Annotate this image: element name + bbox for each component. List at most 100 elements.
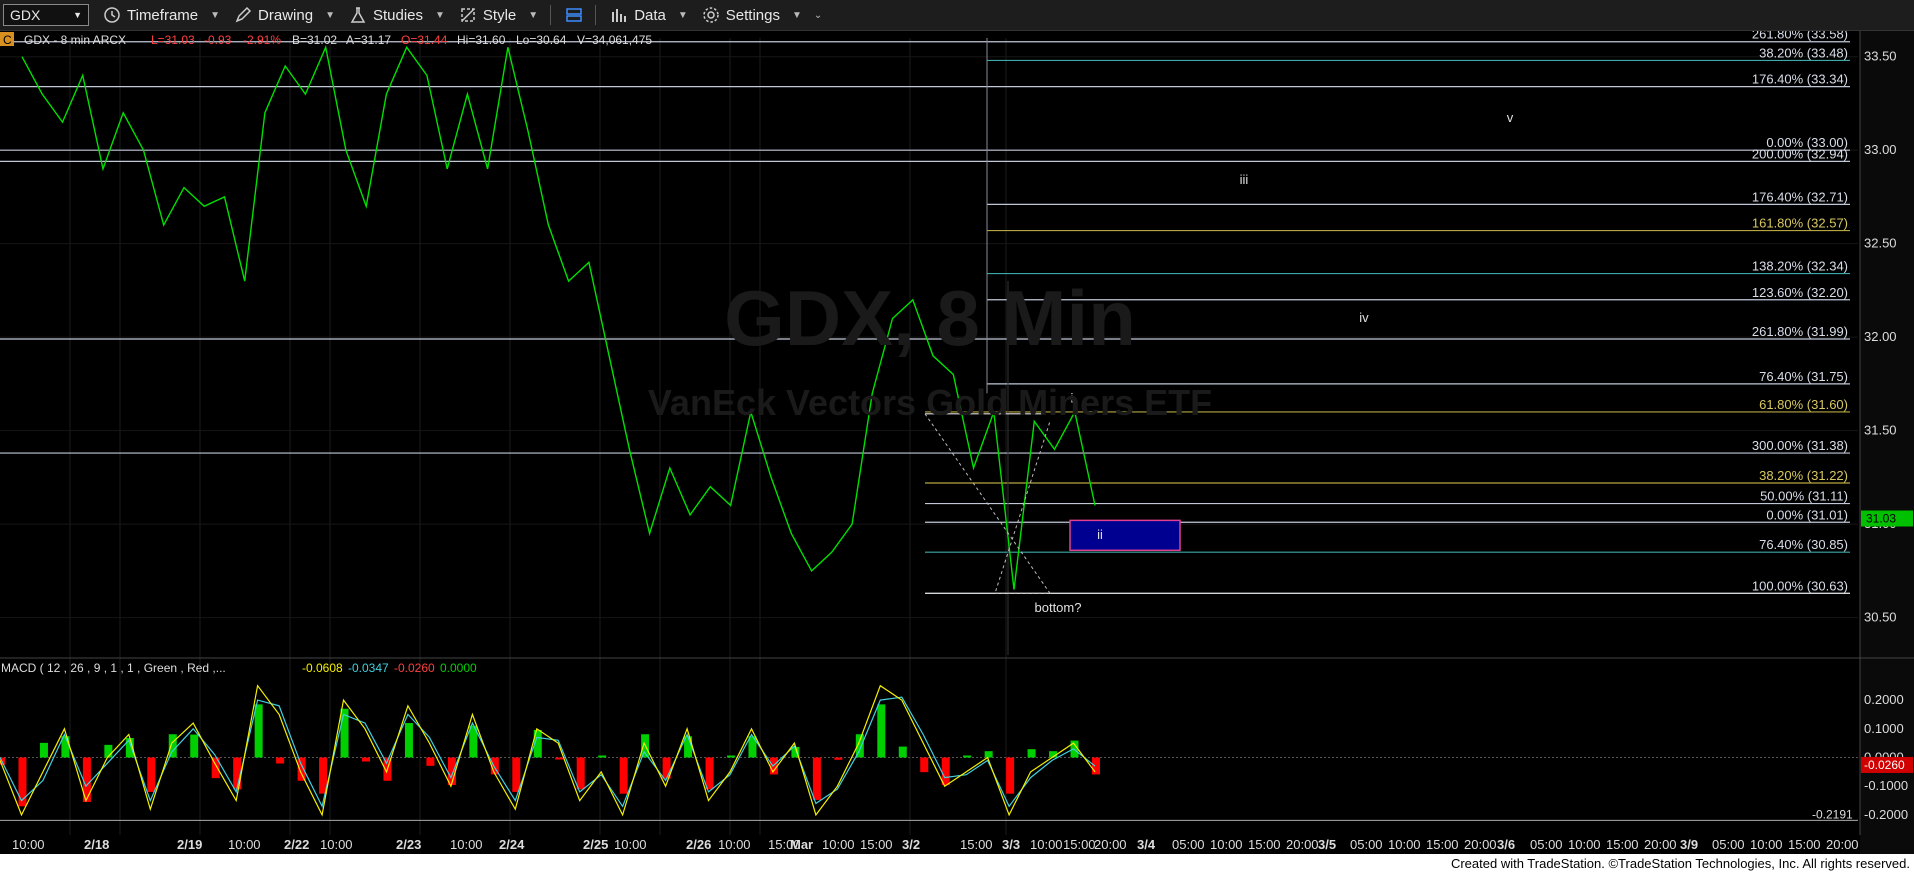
clock-icon	[104, 7, 120, 23]
fib-level-label: 76.40% (31.75)	[1759, 369, 1848, 384]
time-tick-label: 15:00	[860, 837, 893, 852]
timeframe-menu[interactable]: Timeframe ▼	[103, 6, 220, 24]
time-tick-label: 05:00	[1350, 837, 1383, 852]
time-tick-label: 05:00	[1530, 837, 1563, 852]
fib-level-label: 61.80% (31.60)	[1759, 397, 1848, 412]
drawing-label: Drawing	[258, 6, 314, 24]
fib-level-label: 76.40% (30.85)	[1759, 537, 1848, 552]
macd-histogram-bar	[1006, 757, 1015, 794]
caret-icon: ▼	[791, 9, 802, 21]
timeframe-label: Timeframe	[127, 6, 199, 24]
time-tick-label: 20:00	[1464, 837, 1497, 852]
time-tick-label: 10:00	[12, 837, 45, 852]
time-tick-label: 20:00	[1286, 837, 1319, 852]
macd-histogram-bar	[877, 704, 886, 758]
data-menu[interactable]: Data ▼	[610, 6, 688, 24]
time-tick-label: 3/4	[1137, 837, 1156, 852]
chart-header: C GDX - 8 min ARCX L=31.03 -0.93 -2.91% …	[0, 32, 652, 47]
macd-histogram-bar	[727, 755, 735, 758]
time-tick-label: 05:00	[1172, 837, 1205, 852]
fib-level-label: 176.40% (32.71)	[1752, 189, 1848, 204]
histogram-value: -0.0260	[394, 661, 435, 675]
time-tick-label: 2/22	[284, 837, 309, 852]
time-tick-label: 10:00	[1568, 837, 1601, 852]
macd-histogram-bar	[1027, 749, 1036, 758]
flask-icon	[350, 7, 366, 23]
studies-label: Studies	[372, 6, 424, 24]
wave-label: iii	[1240, 172, 1249, 187]
time-tick-label: 15:00	[1788, 837, 1821, 852]
ask: A=31.17	[346, 33, 391, 47]
watermark-symbol: GDX, 8 Min	[724, 274, 1136, 362]
macd-last-label: -0.0260	[1864, 758, 1905, 772]
target-box	[1069, 519, 1181, 552]
macd-tick-label: 0.1000	[1864, 721, 1904, 736]
time-tick-label: 10:00	[1210, 837, 1243, 852]
macd-histogram-bar	[555, 757, 564, 760]
symbol-selector[interactable]: GDX ▼	[3, 4, 89, 26]
gear-icon	[703, 7, 719, 23]
studies-menu[interactable]: Studies ▼	[349, 6, 445, 24]
caret-icon: ▼	[435, 9, 445, 21]
style-icon	[461, 8, 475, 22]
fib-level-label: 176.40% (33.34)	[1752, 72, 1848, 87]
wave-label: bottom?	[1035, 600, 1082, 615]
time-tick-label: 20:00	[1644, 837, 1677, 852]
macd-tick-label: -0.1000	[1864, 778, 1908, 793]
drawing-menu[interactable]: Drawing ▼	[234, 6, 335, 24]
fib-level-label: 123.60% (32.20)	[1752, 285, 1848, 300]
style-menu[interactable]: Style ▼	[459, 6, 538, 24]
macd-tick-label: -0.2000	[1864, 807, 1908, 822]
macd-histogram-bar	[254, 704, 263, 758]
data-label: Data	[634, 6, 666, 24]
macd-histogram-bar	[705, 757, 714, 790]
macd-label: MACD ( 12 , 26 , 9 , 1 , 1 , Green , Red…	[1, 661, 226, 675]
settings-menu[interactable]: Settings ▼ ⌄	[702, 6, 822, 24]
time-tick-label: 10:00	[1030, 837, 1063, 852]
layout-button[interactable]	[565, 6, 583, 24]
macd-histogram-bar	[1092, 757, 1100, 775]
settings-label: Settings	[725, 6, 780, 24]
time-tick-label: 3/2	[902, 837, 920, 852]
macd-value: -0.0608	[302, 661, 343, 675]
change-percent: -2.91%	[243, 33, 281, 47]
symbol-text: GDX	[10, 7, 41, 23]
price-tick-label: 32.50	[1864, 236, 1897, 251]
time-tick-label: 20:00	[1094, 837, 1127, 852]
macd-histogram-bar	[576, 757, 585, 790]
time-tick-label: 10:00	[228, 837, 261, 852]
fib-level-label: 38.20% (31.22)	[1759, 468, 1848, 483]
chart-area[interactable]: 261.80% (33.58) 38.20% (33.48) 176.40% (33…	[0, 31, 1914, 854]
macd-header: MACD ( 12 , 26 , 9 , 1 , 1 , Green , Red…	[1, 661, 477, 675]
time-tick-label: 15:00	[1248, 837, 1281, 852]
macd-histogram-bar	[276, 757, 285, 764]
macd-histogram-bar	[598, 755, 607, 758]
time-tick-label: 10:00	[822, 837, 855, 852]
change: -0.93	[204, 33, 232, 47]
price-tick-label: 33.00	[1864, 142, 1897, 157]
watermark-name: VanEck Vectors Gold Miners ETF	[648, 382, 1212, 423]
time-tick-label: 15:00	[1606, 837, 1639, 852]
fib-level-label: 161.80% (32.57)	[1752, 216, 1848, 231]
macd-histogram-bar	[941, 757, 950, 786]
fib-level-label: 100.00% (30.63)	[1752, 578, 1848, 593]
wave-label: v	[1507, 110, 1514, 125]
open: O=31.44	[401, 33, 448, 47]
wave-label: ii	[1097, 527, 1103, 542]
macd-pane	[0, 684, 1858, 821]
time-tick-label: 15:00	[1063, 837, 1096, 852]
macd-histogram-bar	[834, 757, 843, 760]
bar-chart-icon	[612, 9, 627, 22]
chevron-down-icon: ▼	[73, 10, 82, 20]
fib-level-label: 300.00% (31.38)	[1752, 438, 1848, 453]
fib-level-label: 38.20% (33.48)	[1759, 45, 1848, 60]
time-tick-label: 3/9	[1680, 837, 1698, 852]
macd-histogram-bar	[297, 757, 306, 781]
style-label: Style	[482, 6, 517, 24]
time-tick-label: 10:00	[1750, 837, 1783, 852]
time-tick-label: 10:00	[718, 837, 751, 852]
pencil-icon	[235, 6, 252, 23]
layout-icon	[566, 8, 582, 22]
wave-label: iv	[1359, 310, 1369, 325]
fib-level-label: 0.00% (31.01)	[1766, 507, 1848, 522]
